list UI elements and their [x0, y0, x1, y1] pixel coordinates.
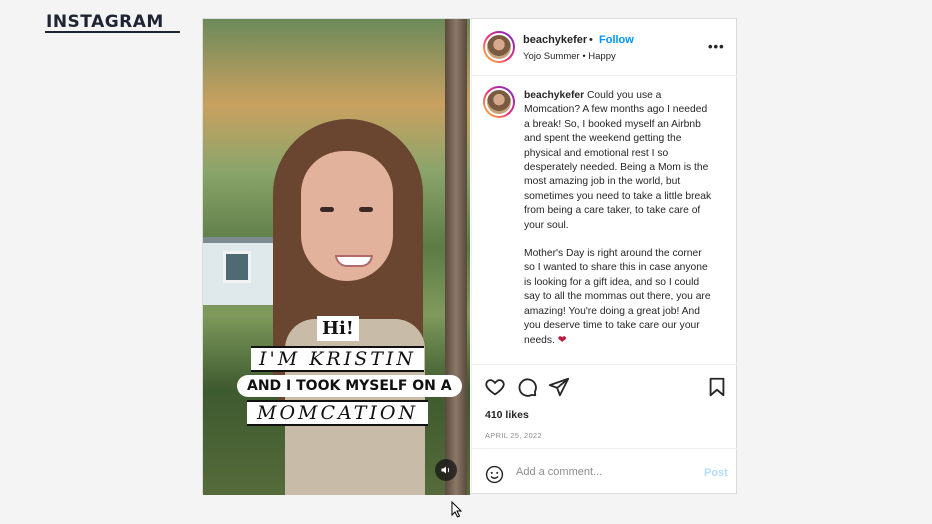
- overlay-text-momcation: MOMCATION: [247, 400, 429, 426]
- caption-paragraph-1: Could you use a Momcation? A few months …: [524, 90, 712, 231]
- heart-emoji: ❤: [557, 334, 567, 346]
- like-count[interactable]: 410 likes: [485, 409, 529, 421]
- share-paper-plane-icon[interactable]: [548, 376, 570, 398]
- comment-row: Post: [472, 448, 738, 497]
- avatar[interactable]: [483, 31, 515, 63]
- emoji-smiley-icon[interactable]: [485, 465, 504, 484]
- speaker-icon[interactable]: [435, 459, 457, 481]
- post-video[interactable]: Hi! I'M KRISTIN AND I TOOK MYSELF ON A M…: [203, 19, 470, 495]
- logo-underline: [45, 31, 180, 33]
- house-window: [223, 251, 251, 283]
- save-bookmark-icon[interactable]: [706, 376, 728, 398]
- avatar-image: [485, 33, 513, 61]
- audio-track[interactable]: Yojo Summer • Happy: [523, 51, 616, 62]
- post-date: APRIL 25, 2022: [485, 431, 542, 440]
- header-separator: •: [589, 34, 593, 46]
- post-header: beachykefer • Follow Yojo Summer • Happy…: [472, 19, 738, 76]
- instagram-post-embed: Hi! I'M KRISTIN AND I TOOK MYSELF ON A M…: [202, 18, 738, 497]
- post-comment-button[interactable]: Post: [704, 467, 728, 479]
- overlay-text-took-myself: AND I TOOK MYSELF ON A: [237, 375, 462, 397]
- tree-trunk: [445, 19, 467, 495]
- follow-button[interactable]: Follow: [599, 34, 634, 46]
- post-caption: beachykefer Could you use a Momcation? A…: [524, 89, 714, 348]
- more-options-icon[interactable]: •••: [708, 39, 725, 54]
- left-eye: [320, 207, 334, 212]
- caption-paragraph-2: Mother's Day is right around the corner …: [524, 248, 711, 346]
- like-heart-icon[interactable]: [484, 376, 506, 398]
- caption-avatar-image: [485, 88, 513, 116]
- right-eye: [359, 207, 373, 212]
- post-side-panel: beachykefer • Follow Yojo Summer • Happy…: [471, 19, 738, 497]
- speaker-glyph: [441, 466, 450, 474]
- instagram-logo-text: INSTAGRAM: [46, 12, 164, 32]
- comment-input[interactable]: [516, 466, 686, 478]
- post-actions: 410 likes APRIL 25, 2022 Post: [472, 364, 738, 497]
- comment-bubble-icon[interactable]: [516, 376, 538, 398]
- mouse-cursor-icon: [451, 501, 462, 518]
- caption-avatar[interactable]: [483, 86, 515, 118]
- caption-username[interactable]: beachykefer: [524, 90, 584, 101]
- smile: [335, 255, 373, 267]
- overlay-text-kristin: I'M KRISTIN: [251, 346, 425, 372]
- header-username[interactable]: beachykefer: [523, 34, 587, 46]
- overlay-text-hi: Hi!: [317, 316, 359, 341]
